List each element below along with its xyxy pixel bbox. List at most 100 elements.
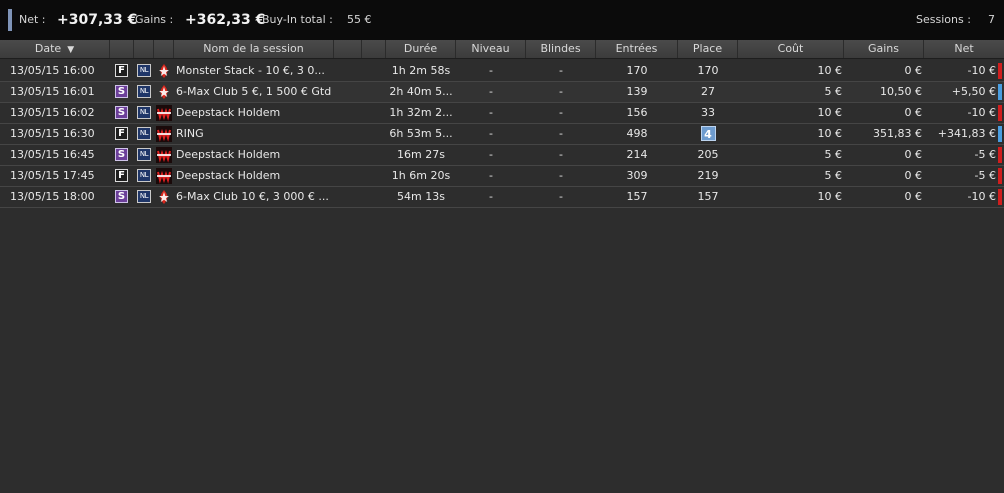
no-limit-icon: NL: [137, 148, 151, 161]
cell-cost: 5 €: [824, 148, 843, 161]
cell-place: 157: [697, 190, 719, 203]
cell-session-name: Deepstack Holdem: [176, 106, 281, 119]
column-header-cost-label: Coût: [777, 42, 804, 55]
cell-level: -: [489, 169, 493, 182]
column-header-duration[interactable]: Durée: [386, 40, 456, 58]
freeroll-type-icon: F: [115, 169, 128, 182]
net-negative-indicator: [998, 147, 1002, 163]
cell-duration: 54m 13s: [397, 190, 445, 203]
cell-session-name: Deepstack Holdem: [176, 148, 281, 161]
freeroll-type-icon: F: [115, 64, 128, 77]
column-header-level-label: Niveau: [471, 42, 510, 55]
cell-duration: 2h 40m 5...: [389, 85, 453, 98]
cell-blinds: -: [559, 148, 563, 161]
cell-date: 13/05/15 17:45: [10, 169, 95, 182]
cell-entries: 170: [626, 64, 648, 77]
sng-type-icon: S: [115, 148, 128, 161]
column-header-net-label: Net: [954, 42, 974, 55]
buyin-label: Buy-In total :: [262, 13, 333, 26]
cell-net: -5 €: [974, 169, 996, 182]
column-header-date[interactable]: Date ▼: [0, 40, 110, 58]
table-row[interactable]: 13/05/15 16:02 Deepstack Holdem 1h 32m 2..…: [0, 103, 1004, 124]
cell-entries: 139: [626, 85, 648, 98]
cell-entries: 156: [626, 106, 648, 119]
column-header-gains-label: Gains: [867, 42, 900, 55]
table-row[interactable]: 13/05/15 16:30 RING 6h 53m 5... - - 498 10 € 35…: [0, 124, 1004, 145]
column-header-date-label: Date: [34, 42, 62, 55]
cell-gains: 0 €: [904, 169, 923, 182]
column-header-name[interactable]: Nom de la session: [174, 40, 334, 58]
net-label: Net :: [19, 13, 46, 26]
column-header-room[interactable]: [154, 40, 174, 58]
cell-cost: 10 €: [817, 64, 843, 77]
no-limit-icon: NL: [137, 106, 151, 119]
net-negative-indicator: [998, 105, 1002, 121]
cell-net: -5 €: [974, 148, 996, 161]
cell-duration: 1h 2m 58s: [391, 64, 451, 77]
cell-cost: 5 €: [824, 85, 843, 98]
column-header-level[interactable]: Niveau: [456, 40, 526, 58]
cell-blinds: -: [559, 169, 563, 182]
column-header-place-label: Place: [692, 42, 723, 55]
cell-blinds: -: [559, 127, 563, 140]
cell-entries: 214: [626, 148, 648, 161]
cell-entries: 157: [626, 190, 648, 203]
no-limit-icon: NL: [137, 127, 151, 140]
cell-place: 33: [701, 106, 715, 119]
cell-entries: 498: [626, 127, 648, 140]
cell-place: 27: [701, 85, 715, 98]
freeroll-type-icon: F: [115, 127, 128, 140]
column-header-limit[interactable]: [134, 40, 154, 58]
pokerstars-icon: [156, 189, 172, 205]
cell-net: -10 €: [967, 190, 996, 203]
winamax-icon: [156, 105, 172, 121]
summary-bar: Net : +307,33 € Gains : +362,33 € Buy-In…: [0, 0, 1004, 40]
column-header-name-label: Nom de la session: [203, 42, 304, 55]
cell-place: 170: [697, 64, 719, 77]
cell-duration: 6h 53m 5...: [389, 127, 453, 140]
column-header-place[interactable]: Place: [678, 40, 738, 58]
cell-blinds: -: [559, 106, 563, 119]
cell-gains: 0 €: [904, 190, 923, 203]
table-row[interactable]: 13/05/15 18:00 6-Max Club 10 €, 3 000 € .…: [0, 187, 1004, 208]
cell-gains: 0 €: [904, 106, 923, 119]
cell-level: -: [489, 85, 493, 98]
column-header-cost[interactable]: Coût: [738, 40, 844, 58]
cell-session-name: Deepstack Holdem: [176, 169, 281, 182]
cell-entries: 309: [626, 169, 648, 182]
cell-net: +341,83 €: [937, 127, 996, 140]
sessions-table-body: 13/05/15 16:00 Monster Stack - 10 €, 3 0.…: [0, 61, 1004, 208]
summary-accent-bar: [8, 9, 12, 31]
sessions-count: 7: [988, 13, 995, 26]
cell-net: -10 €: [967, 106, 996, 119]
table-row[interactable]: 13/05/15 16:01 6-Max Club 5 €, 1 500 € Gt…: [0, 82, 1004, 103]
cell-level: -: [489, 190, 493, 203]
column-header-type[interactable]: [110, 40, 134, 58]
cell-date: 13/05/15 16:02: [10, 106, 95, 119]
column-header-entries[interactable]: Entrées: [596, 40, 678, 58]
column-header-blinds-label: Blindes: [540, 42, 581, 55]
column-header-blinds[interactable]: Blindes: [526, 40, 596, 58]
table-row[interactable]: 13/05/15 16:45 Deepstack Holdem 16m 27s - - 2…: [0, 145, 1004, 166]
net-positive-indicator: [998, 84, 1002, 100]
cell-date: 13/05/15 16:45: [10, 148, 95, 161]
column-header-spacer-2: [362, 40, 386, 58]
net-negative-indicator: [998, 168, 1002, 184]
gains-label: Gains :: [135, 13, 174, 26]
place-highlight-badge: 4: [700, 126, 716, 141]
cell-blinds: -: [559, 85, 563, 98]
cell-level: -: [489, 64, 493, 77]
cell-date: 13/05/15 16:00: [10, 64, 95, 77]
table-row[interactable]: 13/05/15 17:45 Deepstack Holdem 1h 6m 20s -…: [0, 166, 1004, 187]
table-row[interactable]: 13/05/15 16:00 Monster Stack - 10 €, 3 0.…: [0, 61, 1004, 82]
column-header-gains[interactable]: Gains: [844, 40, 924, 58]
cell-net: -10 €: [967, 64, 996, 77]
no-limit-icon: NL: [137, 85, 151, 98]
sng-type-icon: S: [115, 85, 128, 98]
cell-session-name: RING: [176, 127, 204, 140]
sng-type-icon: S: [115, 190, 128, 203]
cell-duration: 1h 32m 2...: [389, 106, 453, 119]
cell-date: 13/05/15 16:01: [10, 85, 95, 98]
winamax-icon: [156, 168, 172, 184]
column-header-net[interactable]: Net: [924, 40, 1004, 58]
